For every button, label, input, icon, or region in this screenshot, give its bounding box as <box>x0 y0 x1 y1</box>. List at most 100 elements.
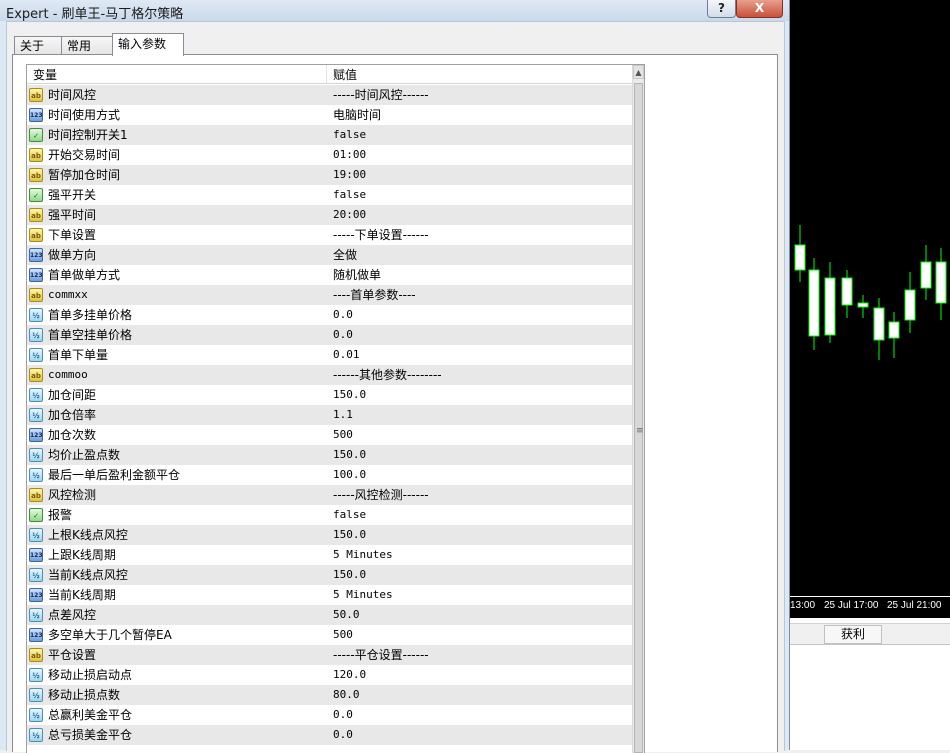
column-header-variable[interactable]: 变量 <box>27 65 327 84</box>
scrollbar-thumb[interactable]: ≡ <box>634 83 644 753</box>
close-button[interactable]: X <box>736 0 783 18</box>
parameter-row[interactable]: ab 开始交易时间 01:00 <box>27 145 632 165</box>
parameter-row[interactable]: 123 做单方向 全做 <box>27 245 632 265</box>
price-chart[interactable] <box>790 0 950 618</box>
parameter-row[interactable]: ab commxx ----首单参数---- <box>27 285 632 305</box>
value-cell[interactable]: 19:00 <box>327 165 632 185</box>
value-cell[interactable]: 150.0 <box>327 385 632 405</box>
variable-name: 最后一单后盈利金额平仓 <box>48 468 181 482</box>
variable-cell: ½ 加仓间距 <box>27 385 327 405</box>
parameter-row[interactable]: ab commoo ------其他参数-------- <box>27 365 632 385</box>
candle-body <box>857 302 869 308</box>
parameter-row[interactable]: ½ 移动止损点数 80.0 <box>27 685 632 705</box>
parameter-row[interactable]: ½ 总亏损美金平仓 0.0 <box>27 725 632 745</box>
value-cell[interactable]: 500 <box>327 625 632 645</box>
value-cell[interactable]: 20:00 <box>327 205 632 225</box>
value-cell[interactable]: 150.0 <box>327 445 632 465</box>
tab-about[interactable]: 关于 <box>14 36 62 55</box>
parameter-row[interactable]: ½ 均价止盈点数 150.0 <box>27 445 632 465</box>
double-type-icon: ½ <box>29 308 43 322</box>
value-cell[interactable]: 0.0 <box>327 705 632 725</box>
title-bar[interactable]: Expert - 刷单王-马丁格尔策略 ? X <box>0 0 789 22</box>
vertical-scrollbar[interactable]: ▲ ≡ <box>632 65 644 753</box>
value-cell[interactable]: 500 <box>327 425 632 445</box>
variable-name: 总赢利美金平仓 <box>48 708 133 722</box>
parameter-row[interactable]: ½ 点差风控 50.0 <box>27 605 632 625</box>
value-cell[interactable]: ----首单参数---- <box>327 285 632 305</box>
help-button[interactable]: ? <box>707 0 736 18</box>
value-cell[interactable]: 150.0 <box>327 525 632 545</box>
parameter-row[interactable]: 123 上跟K线周期 5 Minutes <box>27 545 632 565</box>
value-cell[interactable]: 150.0 <box>327 565 632 585</box>
scroll-up-arrow[interactable]: ▲ <box>633 65 644 79</box>
column-header-value[interactable]: 赋值 <box>327 65 632 84</box>
value-cell[interactable]: 1.1 <box>327 405 632 425</box>
parameter-row[interactable]: ½ 首单空挂单价格 0.0 <box>27 325 632 345</box>
parameter-row[interactable]: ½ 上根K线点风控 150.0 <box>27 525 632 545</box>
value-cell[interactable]: 01:00 <box>327 145 632 165</box>
value-cell[interactable]: 100.0 <box>327 465 632 485</box>
variable-name: 点差风控 <box>48 608 97 622</box>
string-type-icon: ab <box>29 168 43 182</box>
parameter-row[interactable]: ½ 最后一单后盈利金额平仓 100.0 <box>27 465 632 485</box>
value-cell[interactable]: 电脑时间 <box>327 105 632 125</box>
parameter-row[interactable]: ½ 首单下单量 0.01 <box>27 345 632 365</box>
integer-type-icon: 123 <box>29 108 43 122</box>
parameter-row[interactable]: ✓ 时间控制开关1 false <box>27 125 632 145</box>
value-cell[interactable]: 120.0 <box>327 665 632 685</box>
parameter-row[interactable]: 123 多空单大于几个暂停EA 500 <box>27 625 632 645</box>
parameter-row[interactable]: ½ 总赢利美金平仓 0.0 <box>27 705 632 725</box>
value-cell[interactable]: false <box>327 505 632 525</box>
time-axis: 13:00 25 Jul 17:00 25 Jul 21:00 <box>790 596 950 619</box>
value-cell[interactable]: 0.0 <box>327 725 632 745</box>
variable-name: 强平时间 <box>48 208 97 222</box>
parameter-row[interactable]: 123 首单做单方式 随机做单 <box>27 265 632 285</box>
value-cell[interactable]: false <box>327 125 632 145</box>
variable-cell: 123 上跟K线周期 <box>27 545 327 565</box>
value-cell[interactable]: ------其他参数-------- <box>327 365 632 385</box>
parameter-row[interactable]: ab 时间风控 -----时间风控------ <box>27 85 632 105</box>
parameter-row[interactable]: ½ 当前K线点风控 150.0 <box>27 565 632 585</box>
parameter-row[interactable]: ½ 移动止损启动点 120.0 <box>27 665 632 685</box>
value-cell[interactable]: 0.01 <box>327 345 632 365</box>
variable-name: commoo <box>48 368 88 381</box>
value-cell[interactable]: -----下单设置------ <box>327 225 632 245</box>
parameter-row[interactable]: ✓ 强平开关 false <box>27 185 632 205</box>
tab-inputs[interactable]: 输入参数 <box>112 33 184 56</box>
parameter-row[interactable]: 123 加仓次数 500 <box>27 425 632 445</box>
value-cell[interactable]: 0.0 <box>327 305 632 325</box>
value-cell[interactable]: 5 Minutes <box>327 585 632 605</box>
value-cell[interactable]: 随机做单 <box>327 265 632 285</box>
value-cell[interactable]: -----时间风控------ <box>327 85 632 105</box>
parameter-row[interactable]: ½ 加仓倍率 1.1 <box>27 405 632 425</box>
parameter-row[interactable]: ab 风控检测 -----风控检测------ <box>27 485 632 505</box>
parameter-row[interactable]: ½ 加仓间距 150.0 <box>27 385 632 405</box>
value-cell[interactable]: false <box>327 185 632 205</box>
variable-name: 移动止损启动点 <box>48 668 133 682</box>
variable-cell: 123 加仓次数 <box>27 425 327 445</box>
variable-cell: ab commoo <box>27 365 327 385</box>
parameter-row[interactable]: ab 平仓设置 -----平仓设置------ <box>27 645 632 665</box>
tab-common[interactable]: 常用 <box>61 36 114 55</box>
value-cell[interactable]: 0.0 <box>327 325 632 345</box>
parameter-row[interactable]: ab 强平时间 20:00 <box>27 205 632 225</box>
variable-name: 首单多挂单价格 <box>48 308 133 322</box>
parameter-row[interactable]: 123 时间使用方式 电脑时间 <box>27 105 632 125</box>
double-type-icon: ½ <box>29 708 43 722</box>
parameter-row[interactable]: ab 下单设置 -----下单设置------ <box>27 225 632 245</box>
parameter-row[interactable]: ✓ 报警 false <box>27 505 632 525</box>
variable-cell: ✓ 强平开关 <box>27 185 327 205</box>
parameter-row[interactable]: 123 当前K线周期 5 Minutes <box>27 585 632 605</box>
value-cell[interactable]: 50.0 <box>327 605 632 625</box>
variable-name: 加仓间距 <box>48 388 97 402</box>
value-cell[interactable]: 80.0 <box>327 685 632 705</box>
value-cell[interactable]: -----平仓设置------ <box>327 645 632 665</box>
value-cell[interactable]: 全做 <box>327 245 632 265</box>
parameter-row[interactable]: ab 暂停加仓时间 19:00 <box>27 165 632 185</box>
value-cell[interactable]: 5 Minutes <box>327 545 632 565</box>
value-cell[interactable]: -----风控检测------ <box>327 485 632 505</box>
variable-cell: ½ 首单空挂单价格 <box>27 325 327 345</box>
parameter-row[interactable]: ½ 首单多挂单价格 0.0 <box>27 305 632 325</box>
variable-name: 下单设置 <box>48 228 97 242</box>
tab-profit[interactable]: 获利 <box>824 625 882 644</box>
